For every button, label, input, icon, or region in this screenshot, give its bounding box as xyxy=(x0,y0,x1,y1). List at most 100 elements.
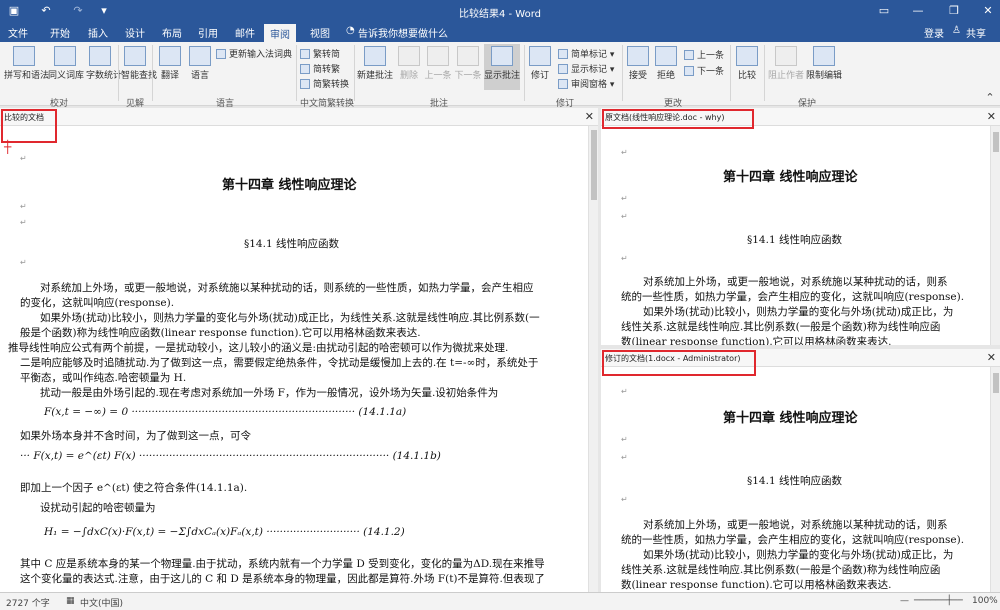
spelling-button[interactable]: 拼写和语法 xyxy=(4,46,49,81)
paragraph-text: 对系统加上外场，或更一般地说，对系统施以某种扰动的话，则系 xyxy=(643,519,948,531)
scroll-thumb[interactable] xyxy=(993,373,999,393)
wordcount-button[interactable]: 字数统计 xyxy=(86,46,122,81)
next-change-button[interactable]: 下一条 xyxy=(684,64,724,77)
block-authors-label: 阻止作者 xyxy=(768,71,805,81)
show-markup-button[interactable]: 显示标记 ▾ xyxy=(558,62,614,75)
zoom-slider[interactable]: ──────┼── xyxy=(914,596,963,606)
paragraph-mark: ↵ xyxy=(621,495,628,504)
next-comment-button[interactable]: 下一条 xyxy=(454,46,482,81)
next-change-icon xyxy=(684,66,694,76)
convert-label: 简繁转换 xyxy=(313,80,350,90)
signin-link[interactable]: 登录 xyxy=(924,25,944,40)
tab-layout[interactable]: 布局 xyxy=(162,25,182,40)
simple-markup-select[interactable]: 简单标记 ▾ xyxy=(558,47,614,60)
ime-icon xyxy=(216,49,226,59)
share-button[interactable]: 共享 xyxy=(966,25,986,40)
close-icon[interactable]: ✕ xyxy=(980,3,996,19)
tell-me-input[interactable]: 告诉我你想要做什么 xyxy=(358,25,448,40)
reject-label: 拒绝 xyxy=(656,71,675,81)
scroll-thumb[interactable] xyxy=(591,130,597,200)
language-button[interactable]: 语言 xyxy=(186,46,214,81)
spelling-label: 拼写和语法 xyxy=(4,71,50,81)
cursor-mark: ┼ xyxy=(4,140,12,154)
close-pane-icon[interactable]: ✕ xyxy=(987,351,996,364)
title-bar: ▣ ↶ ↷ ▾ 比较结果4 - Word ▭ — ❐ ✕ xyxy=(0,0,1000,22)
scroll-thumb[interactable] xyxy=(993,132,999,152)
prev-change-button[interactable]: 上一条 xyxy=(684,48,724,61)
language-status[interactable]: 中文(中国) xyxy=(80,596,123,609)
update-ime-label: 更新输入法词典 xyxy=(229,50,293,60)
tab-file[interactable]: 文件 xyxy=(8,25,28,40)
simp-trad-label: 简转繁 xyxy=(313,65,341,75)
pane-header: 比较的文档 ✕ xyxy=(0,108,598,126)
convert-icon xyxy=(300,79,310,89)
paragraph-text: 的变化，这就叫响应(response). xyxy=(20,297,175,309)
delete-comment-button[interactable]: 删除 xyxy=(396,46,422,81)
paragraph-text: 对系统加上外场，或更一般地说，对系统施以某种扰动的话，则系 xyxy=(643,276,948,288)
zoom-out-icon[interactable]: — xyxy=(900,596,909,606)
track-label: 修订 xyxy=(530,71,549,81)
reject-button[interactable]: 拒绝 xyxy=(654,46,678,81)
paragraph-text: 推导线性响应公式有两个前提，一是扰动较小，这儿较小的涵义是:由扰动引起的哈密顿可… xyxy=(8,342,509,354)
simp-to-trad-button[interactable]: 简转繁 xyxy=(300,62,340,75)
revised-document-pane[interactable]: 修订的文档(1.docx - Administrator) ✕ ↵ 第十四章 线… xyxy=(601,349,1000,592)
paragraph-mark: ↵ xyxy=(621,194,628,203)
translate-button[interactable]: 翻译 xyxy=(156,46,184,81)
tab-design[interactable]: 设计 xyxy=(125,25,145,40)
separator xyxy=(764,45,765,101)
restrict-editing-button[interactable]: 限制编辑 xyxy=(806,46,842,81)
show-markup-label: 显示标记 xyxy=(571,65,608,75)
tab-review[interactable]: 审阅 xyxy=(264,24,296,42)
accept-button[interactable]: 接受 xyxy=(626,46,650,81)
tab-home[interactable]: 开始 xyxy=(50,25,70,40)
close-pane-icon[interactable]: ✕ xyxy=(987,110,996,123)
convert-button[interactable]: 简繁转换 xyxy=(300,77,349,90)
show-comments-icon xyxy=(491,46,513,66)
track-changes-icon xyxy=(529,46,551,66)
close-pane-icon[interactable]: ✕ xyxy=(585,110,594,123)
new-comment-icon xyxy=(364,46,386,66)
paragraph-text: 如果外场本身并不含时间，为了做到这一点，可令 xyxy=(20,430,251,442)
paragraph-text: 即加上一个因子 e^(εt) 使之符合条件(14.1.1a). xyxy=(20,482,248,494)
collapse-ribbon-icon[interactable]: ⌃ xyxy=(982,90,998,106)
reviewing-pane-label: 审阅窗格 xyxy=(571,80,608,90)
show-markup-icon xyxy=(558,64,568,74)
restore-icon[interactable]: ❐ xyxy=(946,3,962,19)
block-authors-button[interactable]: 阻止作者 xyxy=(768,46,804,81)
smart-lookup-icon xyxy=(124,46,146,66)
doc-check-icon[interactable]: ▦ xyxy=(66,596,75,606)
compare-button[interactable]: 比较 xyxy=(734,46,760,81)
vertical-scrollbar[interactable] xyxy=(588,126,598,592)
wordcount-icon xyxy=(89,46,111,66)
zoom-level[interactable]: 100% xyxy=(972,596,998,606)
new-comment-button[interactable]: 新建批注 xyxy=(357,46,393,81)
track-changes-button[interactable]: 修订 xyxy=(528,46,552,81)
thesaurus-button[interactable]: 同义词库 xyxy=(48,46,84,81)
vertical-scrollbar[interactable] xyxy=(990,126,1000,345)
tab-insert[interactable]: 插入 xyxy=(88,25,108,40)
paragraph-text: 平衡态，或叫作纯态.哈密顿量为 H. xyxy=(20,372,187,384)
reviewing-pane-button[interactable]: 审阅窗格 ▾ xyxy=(558,77,614,90)
delete-comment-icon xyxy=(398,46,420,66)
show-comments-button[interactable]: 显示批注 xyxy=(484,44,520,90)
tab-mailings[interactable]: 邮件 xyxy=(235,25,255,40)
original-document-pane[interactable]: 原文档(线性响应理论.doc - why) ✕ ↵ 第十四章 线性响应理论 ↵ … xyxy=(601,108,1000,345)
smart-lookup-button[interactable]: 智能查找 xyxy=(121,46,157,81)
ribbon-display-icon[interactable]: ▭ xyxy=(876,3,892,19)
tab-references[interactable]: 引用 xyxy=(198,25,218,40)
user-icon: ♙ xyxy=(952,25,961,36)
trad-to-simp-button[interactable]: 繁转简 xyxy=(300,47,340,60)
window-title: 比较结果4 - Word xyxy=(458,9,542,20)
minimize-icon[interactable]: — xyxy=(910,3,926,19)
show-comments-label: 显示批注 xyxy=(484,71,521,81)
prev-change-label: 上一条 xyxy=(697,51,725,61)
paragraph-text: 般是个函数)称为线性响应函数(linear response function)… xyxy=(20,327,421,339)
update-ime-button[interactable]: 更新输入法词典 xyxy=(216,47,292,60)
word-count[interactable]: 2727 个字 xyxy=(6,596,50,609)
compared-document-pane[interactable]: 比较的文档 ✕ ┼ ↵ 第十四章 线性响应理论 ↵ ↵ §14.1 线性响应函数… xyxy=(0,108,598,592)
section-heading: §14.1 线性响应函数 xyxy=(747,234,842,246)
prev-comment-button[interactable]: 上一条 xyxy=(424,46,452,81)
vertical-scrollbar[interactable] xyxy=(990,367,1000,592)
compare-icon xyxy=(736,46,758,66)
tab-view[interactable]: 视图 xyxy=(310,25,330,40)
